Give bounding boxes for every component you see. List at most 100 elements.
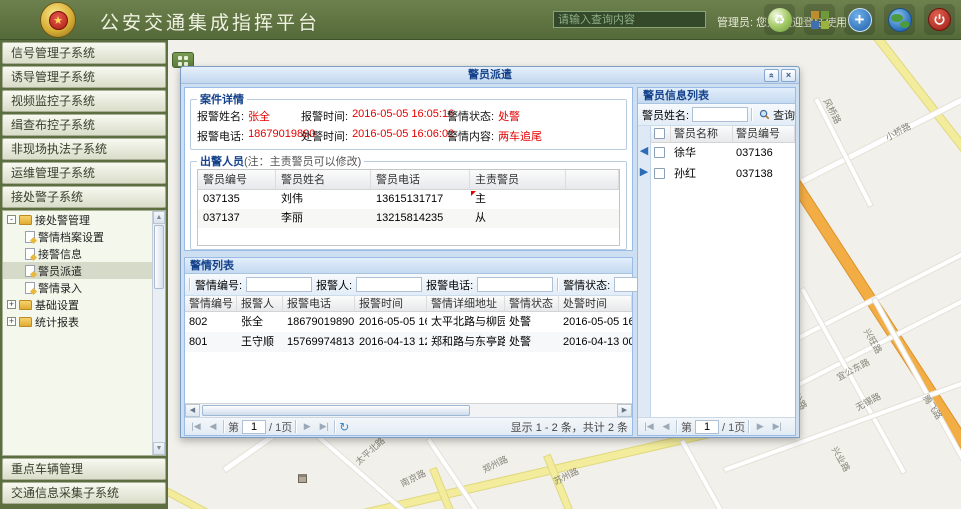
incident-id-input[interactable] bbox=[246, 277, 312, 292]
sidebar-item-traffic-info[interactable]: 交通信息采集子系统 bbox=[2, 482, 166, 504]
folder-icon bbox=[19, 300, 32, 310]
column-header[interactable]: 报警电话 bbox=[283, 296, 355, 312]
road-label: 郑州路 bbox=[480, 452, 510, 476]
recycle-button[interactable]: ♻ bbox=[764, 4, 795, 35]
sidebar-item-offsite[interactable]: 非现场执法子系统 bbox=[2, 138, 166, 160]
filter-label: 警情编号: bbox=[195, 277, 242, 293]
sidebar-item-dispatch-system[interactable]: 接处警子系统 bbox=[2, 186, 166, 208]
collapse-dialog-button[interactable]: « bbox=[764, 69, 779, 82]
close-dialog-button[interactable]: × bbox=[781, 69, 796, 82]
table-row[interactable]: 801 王守顺 15769974813 2016-04-13 12:... 郑和… bbox=[185, 332, 632, 352]
first-page-button[interactable]: |◀ bbox=[642, 421, 656, 432]
column-header[interactable]: 报警人 bbox=[237, 296, 283, 312]
column-header[interactable]: 警情详细地址 bbox=[427, 296, 505, 312]
scroll-up-icon[interactable]: ▲ bbox=[153, 211, 165, 224]
next-page-button[interactable]: ▶ bbox=[300, 421, 314, 432]
select-all-header[interactable] bbox=[651, 126, 671, 143]
scrollbar-thumb[interactable] bbox=[202, 405, 470, 416]
expand-node-icon[interactable]: + bbox=[7, 317, 16, 326]
scrollbar-thumb[interactable] bbox=[154, 225, 164, 289]
table-row[interactable]: 037137 李丽 13215814235 从 bbox=[198, 209, 619, 228]
page-icon bbox=[25, 282, 35, 294]
column-header[interactable]: 主责警员 bbox=[470, 170, 566, 190]
select-all-checkbox[interactable] bbox=[654, 128, 665, 139]
road-label: 太平北路 bbox=[352, 434, 387, 468]
column-header[interactable]: 警情编号 bbox=[185, 296, 237, 312]
tree-node-officer-dispatch[interactable]: 警员派遣 bbox=[3, 262, 165, 279]
transfer-left-button[interactable]: ◀ bbox=[640, 146, 648, 157]
field-value: 张全 bbox=[248, 108, 270, 124]
tree-node-archive-setting[interactable]: 警情档案设置 bbox=[3, 228, 165, 245]
caller-input[interactable] bbox=[356, 277, 422, 292]
page-number-input[interactable] bbox=[695, 420, 719, 434]
close-icon: × bbox=[786, 70, 791, 80]
expand-node-icon[interactable]: + bbox=[7, 300, 16, 309]
table-row[interactable]: 孙红 037138 bbox=[651, 164, 795, 185]
modules-button[interactable] bbox=[804, 4, 835, 35]
table-row[interactable]: 802 张全 18679019890 2016-05-05 16:... 太平北… bbox=[185, 312, 632, 332]
next-page-button[interactable]: ▶ bbox=[753, 421, 767, 432]
incident-grid-header: 警情编号 报警人 报警电话 报警时间 警情详细地址 警情状态 处警时间 bbox=[185, 296, 632, 312]
column-header[interactable]: 警员编号 bbox=[198, 170, 276, 190]
last-page-button[interactable]: ▶| bbox=[317, 421, 331, 432]
scroll-right-icon[interactable]: ▶ bbox=[617, 404, 632, 417]
column-header[interactable]: 处警时间 bbox=[559, 296, 632, 312]
column-header[interactable]: 警员电话 bbox=[371, 170, 470, 190]
dialog-titlebar[interactable]: 警员派遣 « × bbox=[181, 67, 799, 84]
page-title: 公安交通集成指挥平台 bbox=[100, 8, 320, 35]
column-header[interactable]: 警员名称 bbox=[671, 126, 733, 143]
table-row[interactable]: 037135 刘伟 13615131717 主 bbox=[198, 190, 619, 209]
column-header[interactable]: 报警时间 bbox=[355, 296, 427, 312]
column-header[interactable]: 警员编号 bbox=[733, 126, 795, 143]
officer-list-panel: 警员信息列表 警员姓名: 查询 ◀ ▶ 警员名称 bbox=[637, 87, 796, 436]
officer-name-input[interactable] bbox=[692, 107, 748, 122]
logout-button[interactable] bbox=[924, 4, 955, 35]
prev-page-button[interactable]: ◀ bbox=[206, 421, 220, 432]
folder-icon bbox=[19, 317, 32, 327]
incident-pager: |◀ ◀ 第 / 1页 ▶ ▶| ↻ 显示 1 - 2 条，共计 2 条 bbox=[185, 417, 632, 435]
table-row[interactable]: 徐华 037136 bbox=[651, 143, 795, 164]
tree-node-basic-setting[interactable]: + 基础设置 bbox=[3, 296, 165, 313]
scroll-down-icon[interactable]: ▼ bbox=[153, 442, 165, 455]
sidebar-item-signal[interactable]: 信号管理子系统 bbox=[2, 42, 166, 64]
last-page-button[interactable]: ▶| bbox=[770, 421, 784, 432]
tree-node-incident-entry[interactable]: 警情录入 bbox=[3, 279, 165, 296]
first-page-button[interactable]: |◀ bbox=[189, 421, 203, 432]
dispatch-legend: 出警人员(注：主责警员可以修改) bbox=[197, 153, 364, 169]
column-header[interactable]: 警员姓名 bbox=[276, 170, 371, 190]
global-search-input[interactable] bbox=[553, 11, 706, 28]
add-button[interactable]: + bbox=[844, 4, 875, 35]
filter-label: 报警电话: bbox=[426, 277, 473, 293]
tiles-icon bbox=[811, 11, 829, 29]
recycle-icon: ♻ bbox=[768, 8, 792, 32]
field-value: 2016-05-05 16:05:16 bbox=[352, 108, 454, 124]
scroll-left-icon[interactable]: ◀ bbox=[185, 404, 200, 417]
transfer-right-button[interactable]: ▶ bbox=[640, 167, 648, 178]
phone-input[interactable] bbox=[477, 277, 553, 292]
dispatch-dialog: 警员派遣 « × 案件详情 报警姓名:张全 报警时间:2016-05-05 16… bbox=[180, 66, 800, 438]
row-checkbox[interactable] bbox=[654, 147, 665, 158]
map-view-button[interactable] bbox=[884, 4, 915, 35]
tree-node-dispatch-mgmt[interactable]: - 接处警管理 bbox=[3, 211, 165, 228]
header-toolbar: ♻ + bbox=[764, 4, 955, 35]
collapse-node-icon[interactable]: - bbox=[7, 215, 16, 224]
prev-page-button[interactable]: ◀ bbox=[659, 421, 673, 432]
officer-search-button[interactable]: 查询 bbox=[756, 106, 798, 124]
column-header[interactable]: 警情状态 bbox=[505, 296, 559, 312]
record-count-summary: 显示 1 - 2 条，共计 2 条 bbox=[511, 419, 628, 435]
sidebar-item-key-vehicles[interactable]: 重点车辆管理 bbox=[2, 458, 166, 480]
page-number-input[interactable] bbox=[242, 420, 266, 434]
tree-node-statistics[interactable]: + 统计报表 bbox=[3, 313, 165, 330]
horizontal-scrollbar[interactable]: ◀ ▶ bbox=[185, 403, 632, 417]
sidebar-item-operation[interactable]: 运维管理子系统 bbox=[2, 162, 166, 184]
sidebar-item-investigation[interactable]: 缉查布控子系统 bbox=[2, 114, 166, 136]
tree-scrollbar[interactable]: ▲ ▼ bbox=[152, 211, 165, 455]
refresh-icon[interactable]: ↻ bbox=[339, 420, 349, 434]
field-label: 报警时间: bbox=[301, 108, 348, 124]
tree-node-alarm-info[interactable]: 接警信息 bbox=[3, 245, 165, 262]
page-prefix: 第 bbox=[681, 419, 692, 435]
sidebar-item-guidance[interactable]: 诱导管理子系统 bbox=[2, 66, 166, 88]
sidebar-item-video[interactable]: 视频监控子系统 bbox=[2, 90, 166, 112]
row-checkbox[interactable] bbox=[654, 168, 665, 179]
toolbar-separator bbox=[334, 420, 336, 433]
